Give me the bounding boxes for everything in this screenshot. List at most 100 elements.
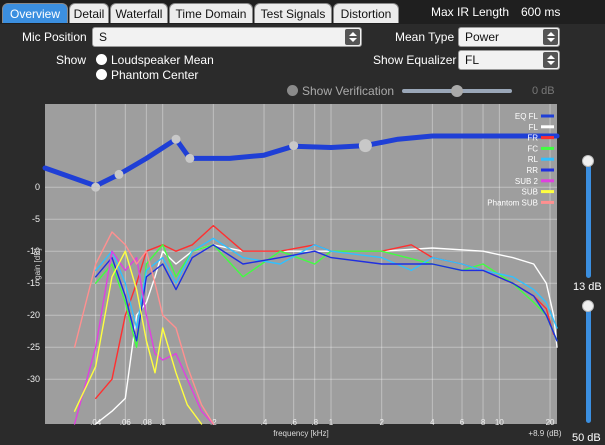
y-tick-label: -5	[32, 214, 40, 224]
x-tick-label: 6	[460, 418, 465, 427]
legend-label: FL	[529, 123, 539, 132]
y-tick-labels: 0 -5 -10 -15 -20 -25 -30	[27, 182, 40, 384]
series-line-fl	[95, 244, 558, 425]
loudspeaker-mean-radio[interactable]	[96, 54, 107, 65]
upper-slider-value: 13 dB	[573, 281, 602, 293]
x-tick-label: 8	[481, 418, 486, 427]
legend-label: EQ FL	[515, 112, 539, 121]
legend-label: SUB 2	[515, 177, 539, 186]
legend-swatch	[541, 168, 554, 172]
x-tick-label: 4	[430, 418, 435, 427]
upper-slider-track[interactable]	[586, 160, 591, 278]
legend-swatch	[541, 200, 554, 204]
mean-type-select[interactable]: Power	[458, 27, 560, 47]
verification-slider-thumb[interactable]	[451, 85, 463, 97]
eq-point[interactable]	[114, 169, 124, 179]
eq-point[interactable]	[91, 182, 101, 192]
verification-value: 0 dB	[532, 85, 555, 97]
series-lines	[42, 133, 560, 425]
x-axis-label: frequency [kHz]	[273, 429, 329, 438]
tab-detail[interactable]: Detail	[69, 3, 109, 23]
show-equalizer-value: FL	[465, 53, 480, 67]
eq-point[interactable]	[171, 134, 181, 144]
mean-type-value: Power	[465, 30, 500, 44]
max-ir-value: 600 ms	[521, 5, 561, 19]
x-tick-label: 20	[546, 418, 555, 427]
phantom-center-label: Phantom Center	[111, 68, 199, 82]
mic-position-label: Mic Position	[22, 30, 87, 44]
y-tick-label: -10	[27, 246, 40, 256]
x-tick-label: .4	[261, 418, 268, 427]
legend: EQ FL FL FRFC RL RR SUB 2 SUBPhantom SUB	[487, 112, 554, 207]
y-tick-label: -25	[27, 342, 40, 352]
legend-label: RL	[528, 155, 539, 164]
legend-swatch	[541, 190, 554, 194]
show-equalizer-stepper-icon	[543, 52, 558, 68]
lower-slider-track[interactable]	[586, 305, 591, 423]
series-line-sub	[73, 250, 203, 425]
y-tick-label: -20	[27, 310, 40, 320]
x-tick-label: 10	[495, 418, 504, 427]
mean-type-stepper-icon	[543, 29, 558, 45]
loudspeaker-mean-label: Loudspeaker Mean	[111, 53, 214, 67]
series-line-sub-2	[73, 250, 214, 425]
legend-label: RR	[526, 166, 538, 175]
x-tick-label: .1	[159, 418, 166, 427]
x-tick-label: .6	[290, 418, 297, 427]
phantom-center-radio[interactable]	[96, 69, 107, 80]
max-ir-label: Max IR Length	[431, 5, 510, 19]
x-tick-label: 2	[379, 418, 384, 427]
mean-type-label: Mean Type	[395, 30, 455, 44]
x-tick-labels: .04 .06 .08 .1 .2 .4 .6 .8 1 2 4 6 8 10 20	[90, 418, 555, 427]
legend-swatch	[541, 157, 554, 161]
show-equalizer-label: Show Equalizer	[373, 53, 457, 67]
series-line-rr	[95, 244, 558, 342]
series-line-eq-fl	[42, 133, 560, 189]
tab-test-signals[interactable]: Test Signals	[254, 3, 332, 23]
lower-slider-thumb[interactable]	[582, 300, 594, 312]
mic-position-value: S	[99, 30, 108, 44]
y-tick-label: 0	[35, 182, 40, 192]
legend-label: Phantom SUB	[487, 198, 538, 207]
y-tick-label: -15	[27, 278, 40, 288]
eq-point[interactable]	[185, 153, 195, 163]
show-equalizer-select[interactable]: FL	[458, 50, 560, 70]
y-axis-label: gain [dB]	[33, 248, 42, 280]
y-tick-label: -30	[27, 374, 40, 384]
x-tick-label: .8	[311, 418, 318, 427]
legend-label: FR	[527, 134, 538, 143]
mic-position-select[interactable]: S	[92, 27, 362, 47]
series-line-rl	[95, 237, 558, 329]
show-verification-label: Show Verification	[302, 84, 395, 98]
x-tick-label: .04	[90, 418, 102, 427]
x-tick-label: .08	[141, 418, 153, 427]
x-corner-label: +8.9 (dB)	[528, 429, 561, 438]
tab-waterfall[interactable]: Waterfall	[110, 3, 168, 23]
legend-swatch	[541, 146, 554, 150]
tab-bar: Overview Detail Waterfall Time Domain Te…	[0, 0, 605, 24]
x-tick-label: .06	[120, 418, 132, 427]
legend-label: FC	[527, 144, 538, 153]
x-tick-label: .2	[210, 418, 217, 427]
eq-point[interactable]	[358, 139, 372, 153]
show-label: Show	[56, 53, 87, 67]
series-line-phantom-sub	[73, 231, 214, 425]
legend-label: SUB	[522, 188, 538, 197]
legend-swatch	[541, 136, 554, 140]
legend-swatch	[541, 114, 554, 118]
legend-swatch	[541, 179, 554, 183]
x-tick-label: 1	[329, 418, 334, 427]
mic-position-stepper-icon	[345, 29, 360, 45]
plot-area	[45, 104, 557, 424]
tab-overview[interactable]: Overview	[2, 3, 68, 23]
upper-slider-thumb[interactable]	[582, 155, 594, 167]
tab-distortion[interactable]: Distortion	[333, 3, 399, 23]
series-line-fc	[95, 244, 558, 348]
legend-swatch	[541, 125, 554, 129]
show-verification-toggle[interactable]	[287, 85, 298, 96]
grid	[45, 104, 557, 424]
eq-point[interactable]	[289, 141, 299, 151]
tab-time-domain[interactable]: Time Domain	[169, 3, 253, 23]
series-line-fr	[95, 224, 555, 400]
eq-points	[91, 134, 372, 192]
